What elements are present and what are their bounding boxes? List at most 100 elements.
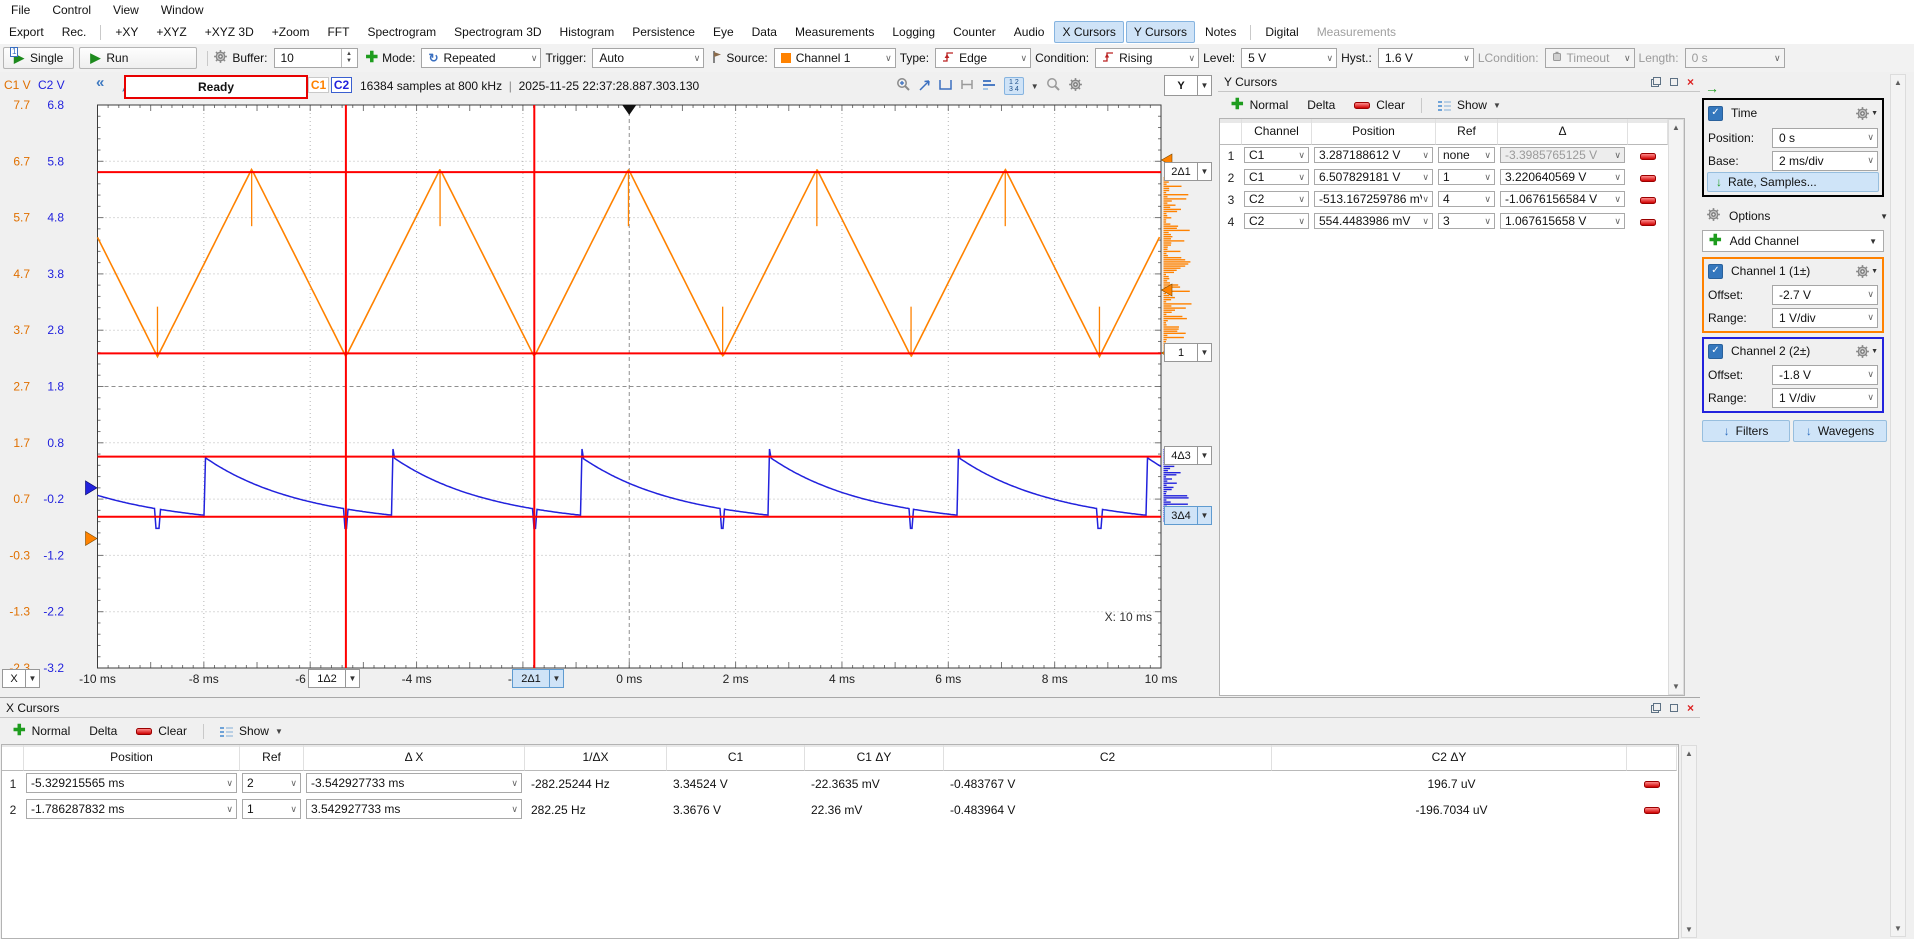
cell-position-combo[interactable]: 554.4483986 mV∨ — [1314, 213, 1433, 229]
cell-position-combo[interactable]: -513.167259786 mV∨ — [1314, 191, 1433, 207]
cell-position-combo[interactable]: -1.786287832 ms∨ — [26, 799, 237, 819]
time-position-select[interactable]: 0 s∨ — [1772, 128, 1878, 148]
remove-cursor-button[interactable] — [1628, 189, 1668, 211]
cell-delta-combo[interactable]: 3.220640569 V∨ — [1500, 169, 1625, 185]
tab--zoom[interactable]: +Zoom — [264, 21, 318, 43]
tab-spectrogram-3d[interactable]: Spectrogram 3D — [446, 21, 549, 43]
remove-cursor-button[interactable] — [1628, 145, 1668, 167]
y-table-scrollbar[interactable]: ▲▼ — [1668, 119, 1684, 695]
cell-ref-combo[interactable]: 2∨ — [242, 773, 301, 793]
y-axis-mode-box[interactable]: Y▼ — [1164, 75, 1212, 96]
lcondition-select[interactable]: Timeout∨ — [1545, 48, 1635, 68]
menu-window[interactable]: Window — [150, 1, 215, 19]
filters-button[interactable]: ↓ Filters — [1702, 420, 1790, 442]
tab-rec-[interactable]: Rec. — [54, 21, 95, 43]
channel2-checkbox[interactable]: ✓ — [1708, 344, 1723, 359]
time-checkbox[interactable]: ✓ — [1708, 106, 1723, 121]
tab-digital[interactable]: Digital — [1257, 21, 1306, 43]
cell-ref-combo[interactable]: 1∨ — [242, 799, 301, 819]
tab-logging[interactable]: Logging — [884, 21, 943, 43]
menu-view[interactable]: View — [102, 1, 150, 19]
y-cursor-box-4d3[interactable]: 4Δ3▼ — [1164, 446, 1212, 465]
rate-samples-button[interactable]: ↓ Rate, Samples... — [1707, 172, 1879, 192]
remove-cursor-button[interactable] — [1628, 211, 1668, 233]
tab-y-cursors[interactable]: Y Cursors — [1126, 21, 1195, 43]
pointer-mode-icon[interactable] — [918, 78, 931, 95]
channel1-checkbox[interactable]: ✓ — [1708, 264, 1723, 279]
cell-channel-combo[interactable]: C1∨ — [1244, 169, 1309, 185]
level-select[interactable]: 5 V∨ — [1241, 48, 1337, 68]
tab-export[interactable]: Export — [1, 21, 52, 43]
cell-delta-combo[interactable]: -1.0676156584 V∨ — [1500, 191, 1625, 207]
add-delta-cursor-button[interactable]: Delta — [1299, 95, 1343, 115]
layout-grid-button[interactable]: 1 23 4 — [1004, 77, 1024, 95]
panel-arrow-icon[interactable]: → — [1705, 80, 1719, 96]
tab-spectrogram[interactable]: Spectrogram — [359, 21, 444, 43]
cell-delta-combo[interactable]: 1.067615658 V∨ — [1500, 213, 1625, 229]
channel1-range-select[interactable]: 1 V/div∨ — [1772, 308, 1878, 328]
options-header[interactable]: Options ▼ — [1702, 204, 1892, 228]
close-icon[interactable]: × — [1687, 703, 1694, 713]
cell-channel-combo[interactable]: C2∨ — [1244, 191, 1309, 207]
buffer-gear-icon[interactable] — [213, 49, 228, 67]
tab-measurements[interactable]: Measurements — [787, 21, 882, 43]
fit-vertical-icon[interactable] — [960, 78, 975, 94]
cell-channel-combo[interactable]: C2∨ — [1244, 213, 1309, 229]
cell-ref-combo[interactable]: 4∨ — [1438, 191, 1495, 207]
channel2-offset-select[interactable]: -1.8 V∨ — [1772, 365, 1878, 385]
cell-ref-combo[interactable]: none∨ — [1438, 147, 1495, 163]
channel2-range-select[interactable]: 1 V/div∨ — [1772, 388, 1878, 408]
cell-dx-combo[interactable]: 3.542927733 ms∨ — [306, 799, 522, 819]
zoom-options-icon[interactable] — [1046, 77, 1061, 95]
y-cursor-box-2d1[interactable]: 2Δ1▼ — [1164, 162, 1212, 181]
c2-badge[interactable]: C2 — [331, 77, 352, 93]
options-scrollbar[interactable]: ▲▼ — [1890, 74, 1906, 937]
cell-position-combo[interactable]: 6.507829181 V∨ — [1314, 169, 1433, 185]
align-levels-icon[interactable] — [982, 78, 997, 94]
buffer-stepper[interactable]: 10 ▲▼ — [274, 48, 358, 68]
cell-channel-combo[interactable]: C1∨ — [1244, 147, 1309, 163]
clear-cursors-button[interactable]: Clear — [128, 721, 195, 741]
cell-delta-combo[interactable]: -3.3985765125 V∨ — [1500, 147, 1625, 163]
zoom-in-icon[interactable] — [896, 77, 911, 95]
mode-select[interactable]: ↻ Repeated∨ — [421, 48, 541, 68]
tab-fft[interactable]: FFT — [319, 21, 357, 43]
dock-window-icon[interactable] — [1669, 703, 1679, 713]
tab-x-cursors[interactable]: X Cursors — [1054, 21, 1123, 43]
tab-measurements[interactable]: Measurements — [1309, 21, 1404, 43]
x-cursor-box-1d2[interactable]: 1Δ2▼ — [308, 669, 360, 688]
hyst-select[interactable]: 1.6 V∨ — [1378, 48, 1474, 68]
wavegens-button[interactable]: ↓ Wavegens — [1793, 420, 1887, 442]
x-table-scrollbar[interactable]: ▲▼ — [1681, 745, 1697, 938]
add-normal-cursor-button[interactable]: ✚ Normal — [1223, 95, 1296, 115]
time-gear-icon[interactable]: ▼ — [1855, 106, 1878, 121]
channel1-gear-icon[interactable]: ▼ — [1855, 264, 1878, 279]
tab--xyz[interactable]: +XYZ — [148, 21, 194, 43]
tab-audio[interactable]: Audio — [1006, 21, 1053, 43]
single-button[interactable]: ▶ 1 Single — [3, 47, 74, 69]
tab-persistence[interactable]: Persistence — [624, 21, 703, 43]
add-channel-button[interactable]: ✚ Add Channel ▼ — [1702, 230, 1884, 252]
trigger-select[interactable]: Auto∨ — [592, 48, 704, 68]
y-cursor-box-3d4[interactable]: 3Δ4▼ — [1164, 506, 1212, 525]
close-icon[interactable]: × — [1687, 77, 1694, 87]
tab-counter[interactable]: Counter — [945, 21, 1004, 43]
cell-position-combo[interactable]: -5.329215565 ms∨ — [26, 773, 237, 793]
show-columns-button[interactable]: Show ▼ — [1430, 95, 1509, 115]
time-base-select[interactable]: 2 ms/div∨ — [1772, 151, 1878, 171]
cell-position-combo[interactable]: 3.287188612 V∨ — [1314, 147, 1433, 163]
buffer-stepper-arrows[interactable]: ▲▼ — [341, 49, 357, 67]
add-normal-cursor-button[interactable]: ✚ Normal — [5, 721, 78, 741]
float-window-icon[interactable] — [1651, 77, 1661, 87]
tab-eye[interactable]: Eye — [705, 21, 742, 43]
c1-badge[interactable]: C1 — [308, 77, 329, 93]
menu-file[interactable]: File — [0, 1, 41, 19]
tab-notes[interactable]: Notes — [1197, 21, 1244, 43]
dock-window-icon[interactable] — [1669, 77, 1679, 87]
show-columns-button[interactable]: Show ▼ — [212, 721, 291, 741]
channel1-offset-select[interactable]: -2.7 V∨ — [1772, 285, 1878, 305]
remove-cursor-button[interactable] — [1627, 771, 1677, 797]
layout-dropdown-icon[interactable]: ▼ — [1031, 82, 1039, 91]
source-select[interactable]: Channel 1∨ — [774, 48, 896, 68]
remove-cursor-button[interactable] — [1628, 167, 1668, 189]
